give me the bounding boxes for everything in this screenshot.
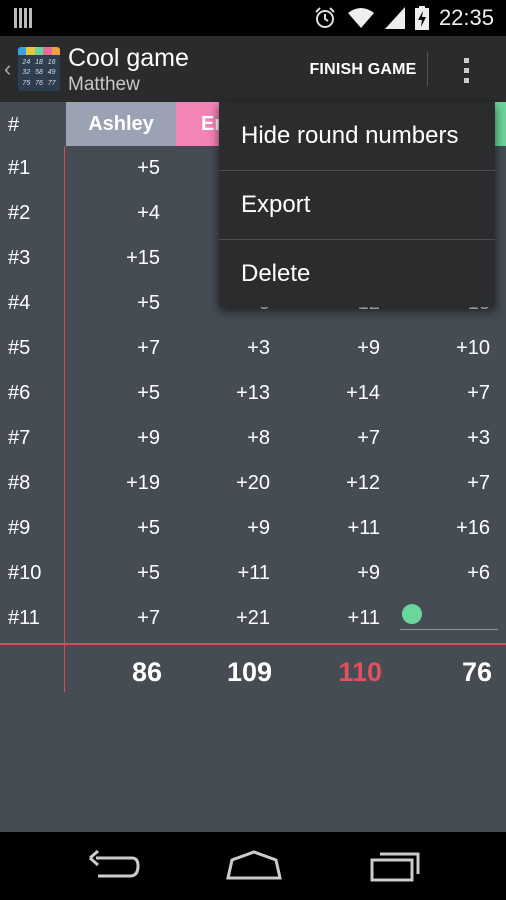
score-cell[interactable]: +9 bbox=[280, 562, 380, 585]
score-cell[interactable]: +3 bbox=[170, 337, 270, 360]
status-bar: 22:35 bbox=[0, 0, 506, 36]
score-cell[interactable]: +9 bbox=[170, 517, 270, 540]
score-cell[interactable]: +7 bbox=[390, 382, 490, 405]
score-cell[interactable]: +14 bbox=[280, 382, 380, 405]
score-cell[interactable]: +3 bbox=[390, 427, 490, 450]
score-cell[interactable]: +10 bbox=[390, 337, 490, 360]
finish-game-button[interactable]: FINISH GAME bbox=[300, 50, 426, 90]
table-row: #9 +5 +9 +11 +16 bbox=[0, 507, 506, 552]
score-cell[interactable]: +19 bbox=[60, 472, 160, 495]
game-title: Cool game bbox=[68, 44, 189, 72]
score-cell[interactable]: +7 bbox=[60, 607, 160, 630]
player-total: 109 bbox=[226, 657, 272, 687]
score-cell[interactable]: +9 bbox=[60, 427, 160, 450]
score-cell[interactable]: +15 bbox=[60, 247, 160, 270]
round-number: #8 bbox=[8, 472, 31, 494]
table-row: #8 +19 +20 +12 +7 bbox=[0, 462, 506, 507]
score-cell[interactable]: +20 bbox=[170, 472, 270, 495]
input-cursor-handle[interactable] bbox=[402, 604, 422, 624]
totals-divider bbox=[0, 643, 506, 645]
menu-item-hide-round-numbers[interactable]: Hide round numbers bbox=[219, 102, 495, 170]
score-cell[interactable]: +7 bbox=[280, 427, 380, 450]
round-number: #9 bbox=[8, 517, 31, 539]
signal-icon bbox=[384, 7, 405, 29]
score-cell[interactable]: +6 bbox=[390, 562, 490, 585]
battery-charging-icon bbox=[414, 6, 429, 30]
table-row: #11 +7 +21 +11 bbox=[0, 597, 506, 642]
round-number: #1 bbox=[8, 157, 31, 179]
score-input[interactable] bbox=[400, 604, 498, 630]
round-number: #3 bbox=[8, 247, 31, 269]
alarm-icon bbox=[315, 7, 335, 28]
round-number: #4 bbox=[8, 292, 31, 314]
wifi-icon bbox=[347, 8, 374, 28]
round-number: #7 bbox=[8, 427, 31, 449]
score-cell[interactable]: +5 bbox=[60, 292, 160, 315]
game-subtitle: Matthew bbox=[68, 74, 140, 95]
score-cell[interactable]: +7 bbox=[60, 337, 160, 360]
action-divider bbox=[427, 52, 428, 86]
round-number: #11 bbox=[8, 607, 40, 629]
score-cell[interactable]: +5 bbox=[60, 562, 160, 585]
player-total: 76 bbox=[461, 657, 492, 687]
menu-item-delete[interactable]: Delete bbox=[219, 240, 495, 308]
score-cell[interactable]: +5 bbox=[60, 382, 160, 405]
table-row: #6 +5 +13 +14 +7 bbox=[0, 372, 506, 417]
score-cell[interactable]: +8 bbox=[170, 427, 270, 450]
score-cell[interactable]: +11 bbox=[280, 517, 380, 540]
overflow-popup-menu: Hide round numbers Export Delete bbox=[219, 102, 495, 307]
back-icon[interactable] bbox=[84, 846, 144, 886]
score-cell[interactable]: +12 bbox=[280, 472, 380, 495]
bars-notification-icon bbox=[14, 8, 36, 28]
up-chevron-icon[interactable]: ‹ bbox=[4, 56, 11, 82]
overflow-menu-icon[interactable] bbox=[446, 48, 486, 92]
score-cell[interactable]: +5 bbox=[60, 517, 160, 540]
app-logo-icon[interactable]: 24 18 16 32 58 49 75 76 77 bbox=[18, 47, 60, 91]
score-cell[interactable]: +11 bbox=[170, 562, 270, 585]
score-cell[interactable]: +4 bbox=[60, 202, 160, 225]
home-icon[interactable] bbox=[224, 846, 284, 886]
player-header[interactable]: Ashley bbox=[66, 102, 176, 146]
recents-icon[interactable] bbox=[364, 846, 424, 886]
table-row: #7 +9 +8 +7 +3 bbox=[0, 417, 506, 462]
score-cell[interactable]: +16 bbox=[390, 517, 490, 540]
round-column-header: # bbox=[8, 114, 20, 136]
menu-item-export[interactable]: Export bbox=[219, 171, 495, 239]
score-cell[interactable]: +21 bbox=[170, 607, 270, 630]
table-row: #5 +7 +3 +9 +10 bbox=[0, 327, 506, 372]
score-cell[interactable]: +13 bbox=[170, 382, 270, 405]
score-cell[interactable]: +9 bbox=[280, 337, 380, 360]
score-cell[interactable]: +7 bbox=[390, 472, 490, 495]
table-row: #10 +5 +11 +9 +6 bbox=[0, 552, 506, 597]
clock-time: 22:35 bbox=[438, 5, 494, 30]
round-number: #6 bbox=[8, 382, 31, 404]
score-cell[interactable]: +11 bbox=[280, 607, 380, 630]
round-number: #5 bbox=[8, 337, 31, 359]
player-total: 86 bbox=[131, 657, 162, 687]
player-total: 110 bbox=[338, 657, 382, 687]
round-number: #2 bbox=[8, 202, 31, 224]
navigation-bar bbox=[0, 832, 506, 900]
action-bar: ‹ 24 18 16 32 58 49 75 76 77 Cool game Matthew F… bbox=[0, 36, 506, 102]
score-cell[interactable]: +5 bbox=[60, 157, 160, 180]
round-number: #10 bbox=[8, 562, 42, 584]
